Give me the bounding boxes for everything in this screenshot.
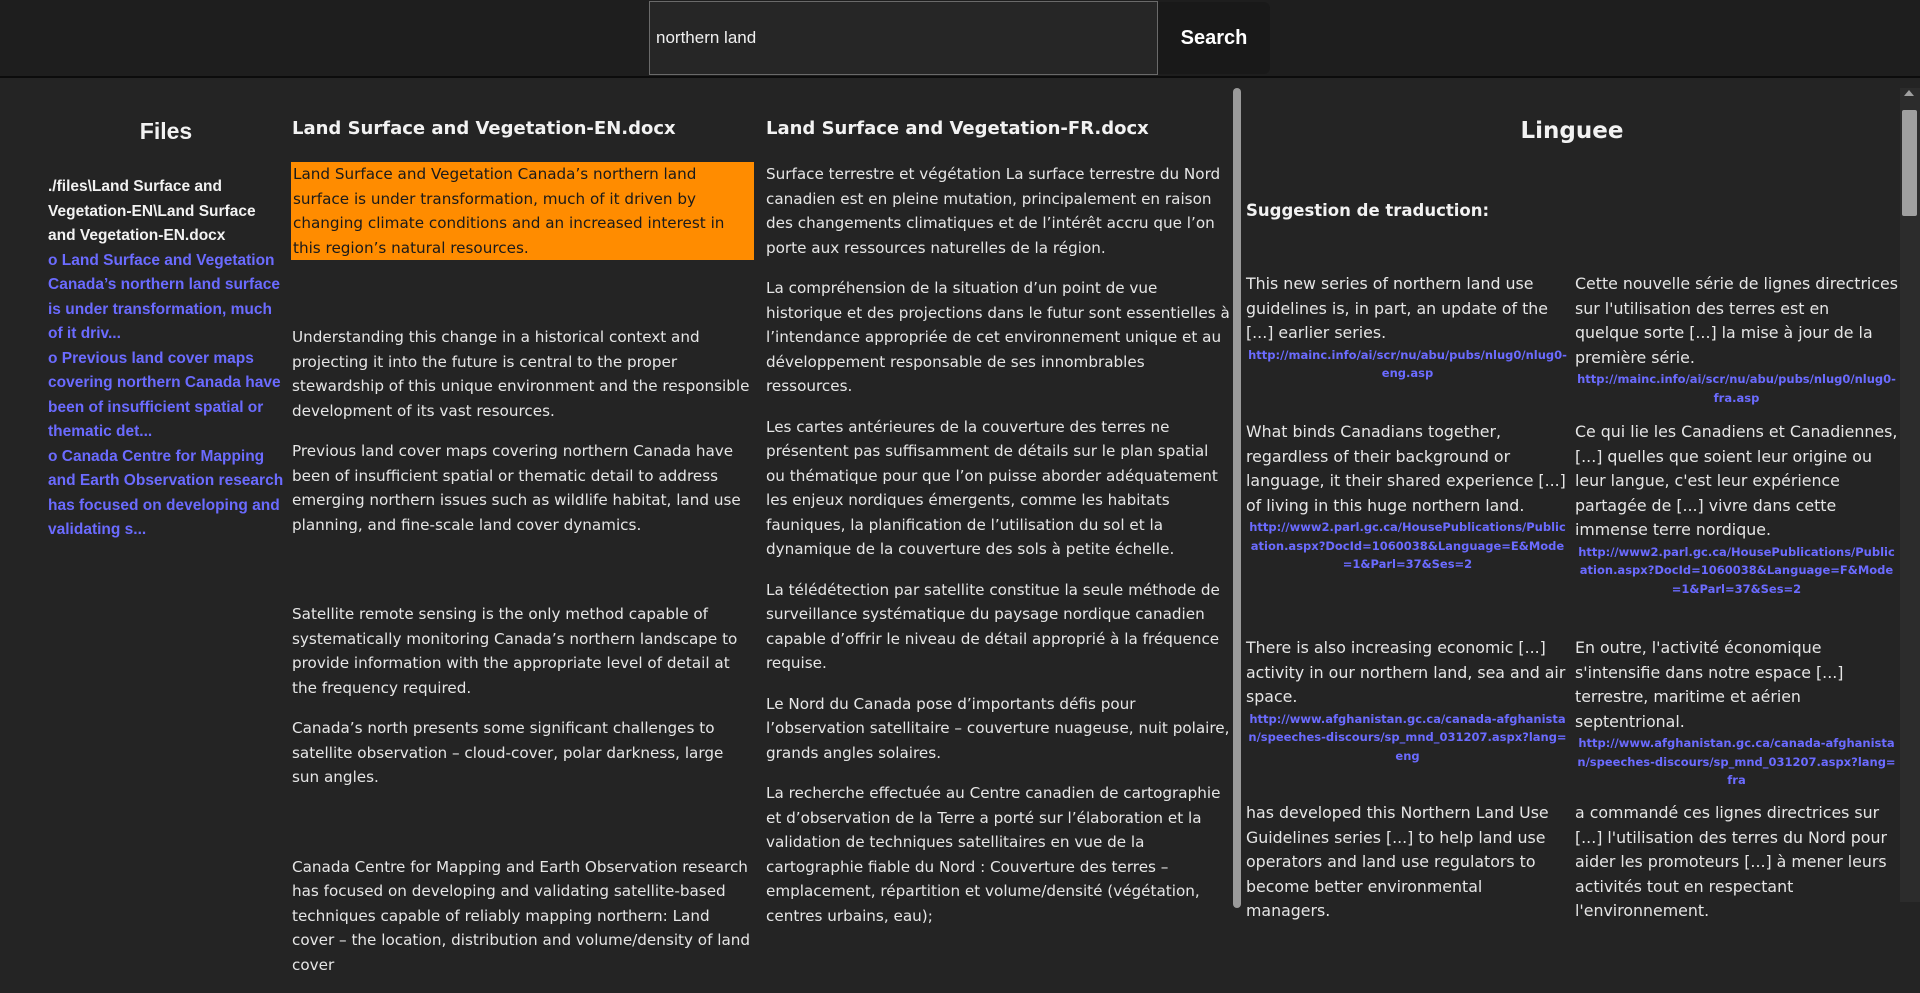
example-text: Cette nouvelle série de lignes directric… (1575, 274, 1898, 367)
source-link[interactable]: http://www.afghanistan.gc.ca/canada-afgh… (1575, 734, 1898, 790)
translation-pair: has developed this Northern Land Use Gui… (1246, 801, 1898, 924)
example-text: What binds Canadians together, regardles… (1246, 422, 1566, 515)
example-text: This new series of northern land use gui… (1246, 274, 1549, 342)
french-paragraph[interactable]: Le Nord du Canada pose d’importants défi… (766, 692, 1230, 766)
linguee-panel: Linguee Suggestion de traduction: This n… (1246, 118, 1898, 924)
translation-pair: What binds Canadians together, regardles… (1246, 420, 1898, 636)
example-text: There is also increasing economic [...] … (1246, 638, 1566, 706)
search-input[interactable] (649, 1, 1158, 75)
translation-fr: a commandé ces lignes directrices sur [.… (1575, 801, 1898, 924)
english-paragraph[interactable]: Canada Centre for Mapping and Earth Obse… (292, 855, 754, 978)
french-paragraph[interactable]: La recherche effectuée au Centre canadie… (766, 781, 1230, 928)
french-document-column: Land Surface and Vegetation-FR.docx Surf… (766, 118, 1230, 944)
translation-pair: There is also increasing economic [...] … (1246, 636, 1898, 801)
translation-fr: Cette nouvelle série de lignes directric… (1575, 272, 1898, 420)
translation-en: There is also increasing economic [...] … (1246, 636, 1569, 801)
example-text: a commandé ces lignes directrices sur [.… (1575, 803, 1887, 920)
english-document-title: Land Surface and Vegetation-EN.docx (292, 118, 676, 139)
example-text: has developed this Northern Land Use Gui… (1246, 803, 1549, 920)
file-path: ./files\Land Surface and Vegetation-EN\L… (48, 178, 256, 244)
search-button[interactable]: Search (1158, 2, 1270, 74)
translation-fr: En outre, l'activité économique s'intens… (1575, 636, 1898, 801)
documents-scrollbar[interactable] (1233, 88, 1241, 908)
linguee-title: Linguee (1520, 118, 1624, 144)
french-paragraph[interactable]: Les cartes antérieures de la couverture … (766, 415, 1230, 562)
english-paragraph[interactable]: Satellite remote sensing is the only met… (292, 602, 754, 700)
files-title: Files (139, 118, 193, 144)
translation-en: What binds Canadians together, regardles… (1246, 420, 1569, 636)
source-link[interactable]: http://mainc.info/ai/scr/nu/abu/pubs/nlu… (1575, 370, 1898, 407)
english-paragraph-highlighted[interactable]: Land Surface and Vegetation Canada’s nor… (291, 162, 754, 260)
files-panel: Files ./files\Land Surface and Vegetatio… (48, 118, 284, 543)
translation-pair: This new series of northern land use gui… (1246, 272, 1898, 420)
english-document-column: Land Surface and Vegetation-EN.docx Land… (291, 118, 754, 993)
scrollbar-thumb[interactable] (1902, 110, 1917, 216)
french-paragraph[interactable]: La télédétection par satellite constitue… (766, 578, 1230, 676)
english-paragraph[interactable]: Canada’s north presents some significant… (292, 716, 754, 790)
english-paragraph[interactable]: Understanding this change in a historica… (292, 325, 754, 423)
file-link-2[interactable]: o Previous land cover maps covering nort… (48, 347, 284, 445)
top-bar: Search (0, 0, 1920, 78)
source-link[interactable]: http://www2.parl.gc.ca/HousePublications… (1575, 543, 1898, 599)
translation-en: This new series of northern land use gui… (1246, 272, 1569, 420)
source-link[interactable]: http://mainc.info/ai/scr/nu/abu/pubs/nlu… (1246, 346, 1569, 383)
source-link[interactable]: http://www.afghanistan.gc.ca/canada-afgh… (1246, 710, 1569, 766)
english-paragraph[interactable]: Previous land cover maps covering northe… (292, 439, 754, 537)
source-link[interactable]: http://www2.parl.gc.ca/HousePublications… (1246, 518, 1569, 574)
scroll-up-arrow-icon[interactable] (1904, 90, 1914, 96)
french-paragraph[interactable]: La compréhension de la situation d’un po… (766, 276, 1230, 399)
file-link-3[interactable]: o Canada Centre for Mapping and Earth Ob… (48, 445, 284, 543)
translation-en: has developed this Northern Land Use Gui… (1246, 801, 1569, 924)
french-paragraph[interactable]: Surface terrestre et végétation La surfa… (766, 162, 1230, 260)
french-document-title: Land Surface and Vegetation-FR.docx (766, 118, 1149, 139)
suggestion-label: Suggestion de traduction: (1246, 201, 1490, 220)
example-text: Ce qui lie les Canadiens et Canadiennes,… (1575, 422, 1898, 539)
example-text: En outre, l'activité économique s'intens… (1575, 638, 1844, 731)
file-link-1[interactable]: o Land Surface and Vegetation Canada’s n… (48, 249, 284, 347)
translation-fr: Ce qui lie les Canadiens et Canadiennes,… (1575, 420, 1898, 636)
